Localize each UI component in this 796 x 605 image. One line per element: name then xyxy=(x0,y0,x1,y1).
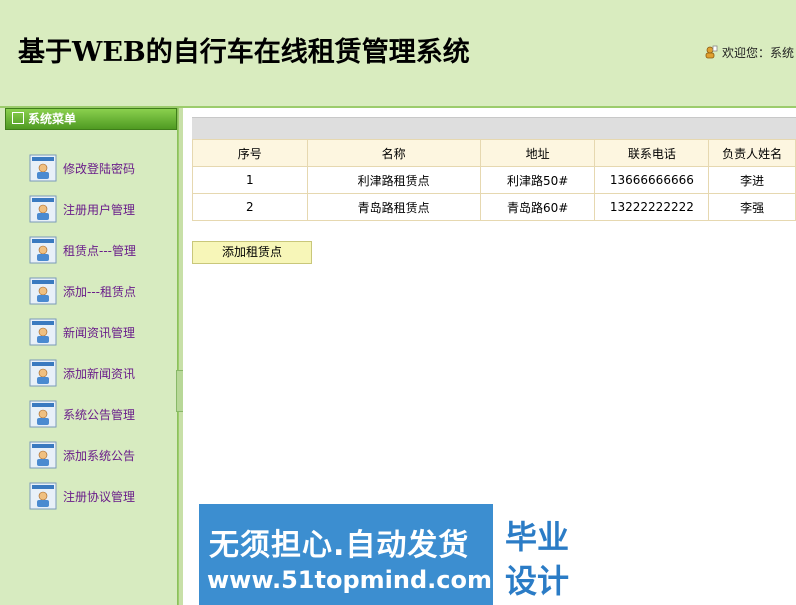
banner-url: www.51topmind.com xyxy=(207,566,492,594)
welcome-label: 欢迎您：系统 xyxy=(722,46,795,60)
menu-item-agreement-management[interactable]: 注册协议管理 xyxy=(29,480,169,512)
menu-label: 注册协议管理 xyxy=(63,489,136,504)
column-header: 名称 xyxy=(306,139,481,167)
table-cell: 13666666666 xyxy=(594,166,710,194)
column-header: 联系电话 xyxy=(594,139,710,167)
table-row: 1 利津路租赁点 利津路50# 13666666666 李进 xyxy=(192,166,796,194)
table-cell: 青岛路租赁点 xyxy=(306,193,481,221)
sidebar: 系统菜单 修改登陆密码 注册用户管理 租赁点---管理 添加---租赁点 新闻资… xyxy=(5,108,178,605)
menu-label: 新闻资讯管理 xyxy=(63,325,136,340)
user-icon xyxy=(705,45,718,59)
table-header-row: 序号 名称 地址 联系电话 负责人姓名 xyxy=(192,139,796,167)
user-card-icon xyxy=(29,277,57,305)
column-header: 序号 xyxy=(192,139,308,167)
table-cell: 利津路租赁点 xyxy=(306,166,481,194)
user-card-icon xyxy=(29,441,57,469)
table-cell: 2 xyxy=(192,193,308,221)
table-cell: 李强 xyxy=(708,193,796,221)
welcome-text: 欢迎您：系统 xyxy=(704,44,794,61)
banner-right: 毕业 设计 xyxy=(493,504,596,605)
banner-slogan: 无须担心.自动发货 xyxy=(209,528,470,563)
user-card-icon xyxy=(29,195,57,223)
header: 基于WEB的自行车在线租赁管理系统 欢迎您：系统 xyxy=(0,0,796,108)
user-card-icon xyxy=(29,400,57,428)
banner-left: 无须担心.自动发货 www.51topmind.com xyxy=(199,504,493,605)
menu-item-change-password[interactable]: 修改登陆密码 xyxy=(29,152,169,184)
table-cell: 1 xyxy=(192,166,308,194)
column-header: 地址 xyxy=(479,139,596,167)
menu-label: 添加系统公告 xyxy=(63,448,136,463)
menu-item-news-management[interactable]: 新闻资讯管理 xyxy=(29,316,169,348)
user-card-icon xyxy=(29,318,57,346)
menu-header: 系统菜单 xyxy=(5,108,177,130)
add-rental-point-button[interactable]: 添加租赁点 xyxy=(192,241,312,264)
watermark-banner: 无须担心.自动发货 www.51topmind.com 毕业 设计 xyxy=(199,504,596,605)
banner-right-text-1: 毕业 xyxy=(505,518,570,556)
table-cell: 青岛路60# xyxy=(479,193,596,221)
toolbar-bar xyxy=(192,117,796,139)
app-title: 基于WEB的自行车在线租赁管理系统 xyxy=(18,37,470,68)
menu-item-announcement-management[interactable]: 系统公告管理 xyxy=(29,398,169,430)
menu-label: 添加新闻资讯 xyxy=(63,366,136,381)
menu-item-add-announcement[interactable]: 添加系统公告 xyxy=(29,439,169,471)
banner-right-text-2: 设计 xyxy=(505,562,570,600)
table-row: 2 青岛路租赁点 青岛路60# 13222222222 李强 xyxy=(192,193,796,221)
rental-points-table: 序号 名称 地址 联系电话 负责人姓名 1 利津路租赁点 利津路50# 1366… xyxy=(192,139,796,221)
menu-label: 添加---租赁点 xyxy=(63,284,136,299)
menu-item-rental-point-management[interactable]: 租赁点---管理 xyxy=(29,234,169,266)
table-cell: 13222222222 xyxy=(594,193,710,221)
user-card-icon xyxy=(29,236,57,264)
table-cell: 利津路50# xyxy=(479,166,596,194)
menu-item-add-rental-point[interactable]: 添加---租赁点 xyxy=(29,275,169,307)
menu-title: 系统菜单 xyxy=(28,112,77,126)
menu-label: 系统公告管理 xyxy=(63,407,136,422)
menu-item-user-management[interactable]: 注册用户管理 xyxy=(29,193,169,225)
menu-label: 注册用户管理 xyxy=(63,202,136,217)
column-header: 负责人姓名 xyxy=(708,139,796,167)
user-card-icon xyxy=(29,359,57,387)
edit-icon xyxy=(12,112,24,124)
menu-label: 修改登陆密码 xyxy=(63,161,136,176)
menu-label: 租赁点---管理 xyxy=(63,243,136,258)
table-cell: 李进 xyxy=(708,166,796,194)
user-card-icon xyxy=(29,482,57,510)
menu-item-add-news[interactable]: 添加新闻资讯 xyxy=(29,357,169,389)
user-card-icon xyxy=(29,154,57,182)
